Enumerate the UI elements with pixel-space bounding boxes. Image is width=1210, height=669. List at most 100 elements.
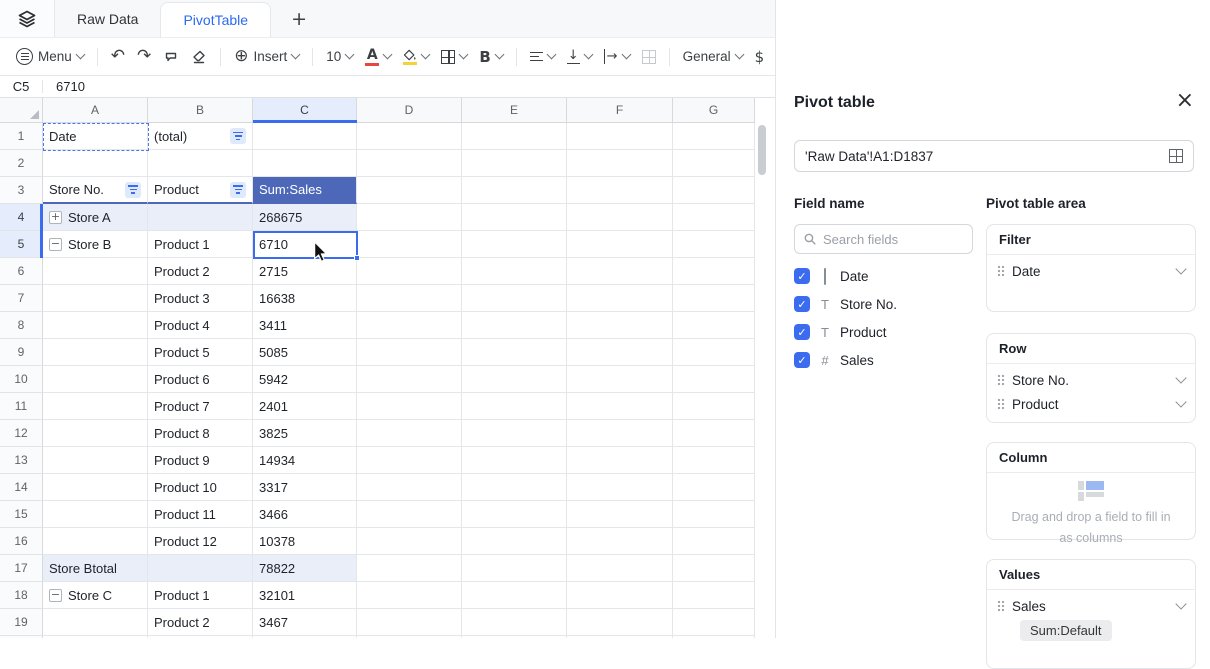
close-panel-button[interactable]: × bbox=[1176, 90, 1194, 112]
cell-A14[interactable] bbox=[43, 474, 148, 501]
cell-E18[interactable] bbox=[462, 582, 567, 609]
cell-C9[interactable]: 5085 bbox=[253, 339, 357, 366]
cell-F11[interactable] bbox=[567, 393, 673, 420]
cell-D2[interactable] bbox=[357, 150, 462, 177]
currency-button[interactable]: $ bbox=[749, 43, 771, 71]
row-header-16[interactable]: 16 bbox=[0, 528, 43, 555]
cell-G14[interactable] bbox=[673, 474, 755, 501]
cell-F5[interactable] bbox=[567, 231, 673, 258]
text-color-button[interactable]: A bbox=[359, 43, 397, 71]
cell-G3[interactable] bbox=[673, 177, 755, 204]
cell-B18[interactable]: Product 1 bbox=[148, 582, 253, 609]
cell-E17[interactable] bbox=[462, 555, 567, 582]
cell-G6[interactable] bbox=[673, 258, 755, 285]
cell-A5[interactable]: −Store B bbox=[43, 231, 148, 258]
cell-B17[interactable] bbox=[148, 555, 253, 582]
cell-D3[interactable] bbox=[357, 177, 462, 204]
chevron-down-icon[interactable] bbox=[1175, 598, 1186, 609]
cell-E14[interactable] bbox=[462, 474, 567, 501]
cell-filter-icon[interactable] bbox=[230, 182, 246, 198]
cell-D12[interactable] bbox=[357, 420, 462, 447]
cell-F16[interactable] bbox=[567, 528, 673, 555]
cell-A16[interactable] bbox=[43, 528, 148, 555]
cell-A3[interactable]: Store No. bbox=[43, 177, 148, 204]
checkbox-checked[interactable]: ✓ bbox=[794, 296, 810, 312]
cell-C19[interactable]: 3467 bbox=[253, 609, 357, 636]
checkbox-checked[interactable]: ✓ bbox=[794, 268, 810, 284]
cell-G11[interactable] bbox=[673, 393, 755, 420]
column-header-B[interactable]: B bbox=[148, 98, 253, 123]
cell-C13[interactable]: 14934 bbox=[253, 447, 357, 474]
cell-E2[interactable] bbox=[462, 150, 567, 177]
cell-C14[interactable]: 3317 bbox=[253, 474, 357, 501]
cell-G5[interactable] bbox=[673, 231, 755, 258]
collapse-group-icon[interactable]: − bbox=[49, 589, 62, 602]
cell-C17[interactable]: 78822 bbox=[253, 555, 357, 582]
cell-G10[interactable] bbox=[673, 366, 755, 393]
cell-F3[interactable] bbox=[567, 177, 673, 204]
cell-B14[interactable]: Product 10 bbox=[148, 474, 253, 501]
cell-D4[interactable] bbox=[357, 204, 462, 231]
cell-F10[interactable] bbox=[567, 366, 673, 393]
cell-E6[interactable] bbox=[462, 258, 567, 285]
cell-C2[interactable] bbox=[253, 150, 357, 177]
cell-A7[interactable] bbox=[43, 285, 148, 312]
cell-C16[interactable]: 10378 bbox=[253, 528, 357, 555]
cell-F14[interactable] bbox=[567, 474, 673, 501]
select-all-corner[interactable] bbox=[0, 98, 43, 123]
cell-D11[interactable] bbox=[357, 393, 462, 420]
tab-pivottable[interactable]: PivotTable bbox=[160, 2, 271, 37]
cell-C3[interactable]: Sum:Sales bbox=[253, 177, 357, 204]
cell-B16[interactable]: Product 12 bbox=[148, 528, 253, 555]
bold-button[interactable]: B bbox=[473, 43, 508, 71]
cell-D13[interactable] bbox=[357, 447, 462, 474]
formula-input[interactable]: 6710 bbox=[43, 79, 85, 94]
checkbox-checked[interactable]: ✓ bbox=[794, 324, 810, 340]
v-align-button[interactable]: ↓ bbox=[561, 43, 598, 71]
cell-C10[interactable]: 5942 bbox=[253, 366, 357, 393]
clear-format-button[interactable] bbox=[185, 43, 213, 71]
cell-C18[interactable]: 32101 bbox=[253, 582, 357, 609]
cell-A12[interactable] bbox=[43, 420, 148, 447]
drag-handle-icon[interactable] bbox=[997, 374, 1005, 386]
field-row-sales[interactable]: ✓ # Sales bbox=[794, 346, 973, 374]
cell-G9[interactable] bbox=[673, 339, 755, 366]
insert-button[interactable]: ⊕ Insert bbox=[228, 43, 305, 71]
cell-G12[interactable] bbox=[673, 420, 755, 447]
checkbox-checked[interactable]: ✓ bbox=[794, 352, 810, 368]
row-header-13[interactable]: 13 bbox=[0, 447, 43, 474]
cell-D1[interactable] bbox=[357, 123, 462, 150]
cell-F2[interactable] bbox=[567, 150, 673, 177]
drag-handle-icon[interactable] bbox=[997, 265, 1005, 277]
row-header-15[interactable]: 15 bbox=[0, 501, 43, 528]
cell-G2[interactable] bbox=[673, 150, 755, 177]
cell-A6[interactable] bbox=[43, 258, 148, 285]
cell-E1[interactable] bbox=[462, 123, 567, 150]
field-row-product[interactable]: ✓ T Product bbox=[794, 318, 973, 346]
cell-A17[interactable]: Store Btotal bbox=[43, 555, 148, 582]
cell-D10[interactable] bbox=[357, 366, 462, 393]
merge-cells-button[interactable] bbox=[636, 43, 662, 71]
name-box[interactable]: C5 bbox=[0, 79, 42, 94]
row-header-14[interactable]: 14 bbox=[0, 474, 43, 501]
cell-G13[interactable] bbox=[673, 447, 755, 474]
row-header-12[interactable]: 12 bbox=[0, 420, 43, 447]
cell-B13[interactable]: Product 9 bbox=[148, 447, 253, 474]
cell-F4[interactable] bbox=[567, 204, 673, 231]
vertical-scrollbar[interactable] bbox=[758, 125, 766, 175]
row-header-4[interactable]: 4 bbox=[0, 204, 43, 231]
cell-D9[interactable] bbox=[357, 339, 462, 366]
cell-G8[interactable] bbox=[673, 312, 755, 339]
cell-D6[interactable] bbox=[357, 258, 462, 285]
cell-A9[interactable] bbox=[43, 339, 148, 366]
column-header-D[interactable]: D bbox=[357, 98, 462, 123]
chevron-down-icon[interactable] bbox=[1175, 263, 1186, 274]
cell-B10[interactable]: Product 6 bbox=[148, 366, 253, 393]
drag-handle-icon[interactable] bbox=[997, 398, 1005, 410]
row-header-5[interactable]: 5 bbox=[0, 231, 43, 258]
row-header-6[interactable]: 6 bbox=[0, 258, 43, 285]
field-row-store-no[interactable]: ✓ T Store No. bbox=[794, 290, 973, 318]
cell-B12[interactable]: Product 8 bbox=[148, 420, 253, 447]
cell-E8[interactable] bbox=[462, 312, 567, 339]
redo-button[interactable]: ↷ bbox=[131, 43, 157, 71]
